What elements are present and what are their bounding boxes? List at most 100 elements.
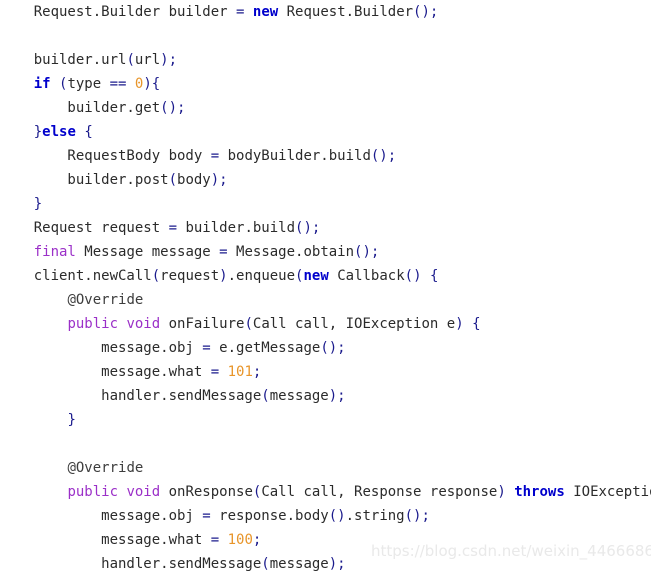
code-token-punct: (); xyxy=(413,4,439,20)
code-token-punct: } xyxy=(33,124,43,140)
code-line[interactable]: message.obj = e.getMessage(); xyxy=(0,336,651,360)
code-token-plain: .enqueue xyxy=(227,268,296,284)
code-token-punct: ( xyxy=(126,52,135,68)
code-token-punct: (); xyxy=(320,340,346,356)
code-line[interactable]: handler.sendMessage(message); xyxy=(0,552,651,574)
code-token-punct: ( xyxy=(151,268,161,284)
code-token-punct: ( xyxy=(244,316,253,332)
code-line[interactable]: message.what = 101; xyxy=(0,360,651,384)
code-token-plain: onResponse xyxy=(160,484,253,500)
code-token-punct: ) xyxy=(219,268,228,284)
code-token-punct: } xyxy=(67,412,76,428)
code-token-plain: body xyxy=(177,172,211,188)
code-line[interactable]: }else { xyxy=(0,120,651,144)
code-line[interactable]: public void onFailure(Call call, IOExcep… xyxy=(0,312,651,336)
code-line[interactable]: Request.Builder builder = new Request.Bu… xyxy=(0,0,651,24)
code-token-punct: ( xyxy=(261,556,270,572)
code-token-plain: client.newCall xyxy=(0,268,152,284)
code-token-plain: Request request xyxy=(0,220,169,236)
code-token-plain: type xyxy=(67,76,110,92)
code-token-plain: handler.sendMessage xyxy=(0,556,262,572)
code-token-plain: e.getMessage xyxy=(210,340,321,356)
code-token-punct: ( xyxy=(261,388,270,404)
code-token-kw: new xyxy=(303,268,329,284)
code-token-kw: new xyxy=(252,4,279,20)
code-line[interactable]: @Override xyxy=(0,288,651,312)
code-line[interactable]: RequestBody body = bodyBuilder.build(); xyxy=(0,144,651,168)
code-line[interactable] xyxy=(0,432,651,456)
code-token-op: = xyxy=(210,148,220,164)
code-token-punct: ) xyxy=(497,484,506,500)
code-token-punct: { xyxy=(472,316,481,332)
code-line[interactable]: client.newCall(request).enqueue(new Call… xyxy=(0,264,651,288)
code-token-punct: ; xyxy=(252,532,262,548)
java-code-block[interactable]: Request.Builder builder = new Request.Bu… xyxy=(0,0,651,574)
code-line[interactable]: builder.post(body); xyxy=(0,168,651,192)
code-token-plain: message.obj xyxy=(0,340,203,356)
code-line[interactable]: handler.sendMessage(message); xyxy=(0,384,651,408)
code-token-punct: (); xyxy=(295,220,321,236)
code-token-punct: ); xyxy=(160,52,178,68)
code-line[interactable]: if (type == 0){ xyxy=(0,72,651,96)
code-token-punct: (); xyxy=(160,100,186,116)
code-token-punct: ); xyxy=(210,172,228,188)
code-token-plain: message.what xyxy=(0,364,211,380)
code-line[interactable] xyxy=(0,24,651,48)
code-token-punct: ); xyxy=(328,388,346,404)
code-token-anno: @Override xyxy=(67,292,144,308)
code-token-plain: Message message xyxy=(75,244,220,260)
code-line[interactable]: final Message message = Message.obtain()… xyxy=(0,240,651,264)
code-line[interactable]: message.obj = response.body().string(); xyxy=(0,504,651,528)
code-token-plain: IOException xyxy=(573,484,651,500)
code-token-plain: message xyxy=(269,388,329,404)
code-token-op: = xyxy=(168,220,178,236)
code-token-op: = xyxy=(210,364,220,380)
code-token-punct: (); xyxy=(370,148,397,164)
code-token-punct: ); xyxy=(328,556,346,572)
code-line[interactable]: public void onResponse(Call call, Respon… xyxy=(0,480,651,504)
code-line[interactable]: builder.url(url); xyxy=(0,48,651,72)
code-line[interactable]: message.what = 100; xyxy=(0,528,651,552)
code-token-punct: (); xyxy=(404,508,430,524)
code-line[interactable]: } xyxy=(0,192,651,216)
code-token-punct: { xyxy=(84,124,93,140)
code-token-kw: else xyxy=(42,124,76,140)
code-token-plain: Callback xyxy=(328,268,405,284)
code-token-punct: } xyxy=(33,196,43,212)
code-token-op: = xyxy=(202,508,211,524)
code-token-plain: builder.url xyxy=(0,52,127,68)
code-token-punct: (); xyxy=(354,244,380,260)
code-token-plain: Call call, IOException e xyxy=(252,316,456,332)
code-token-plain: .string xyxy=(345,508,405,524)
code-token-plain: message xyxy=(269,556,329,572)
code-token-plain: message.what xyxy=(0,532,211,548)
code-line[interactable]: Request request = builder.build(); xyxy=(0,216,651,240)
code-line[interactable]: } xyxy=(0,408,651,432)
code-line[interactable]: builder.get(); xyxy=(0,96,651,120)
code-token-op: = xyxy=(219,244,228,260)
code-line[interactable]: @Override xyxy=(0,456,651,480)
code-token-plain: builder.build xyxy=(177,220,296,236)
code-token-mod: public void xyxy=(67,316,161,332)
code-token-punct: ( xyxy=(168,172,178,188)
code-token-punct: ; xyxy=(252,364,262,380)
code-token-plain: Request.Builder builder xyxy=(0,4,237,20)
code-token-mod: final xyxy=(33,244,76,260)
code-token-op: = xyxy=(210,532,220,548)
code-token-plain: RequestBody body xyxy=(0,148,211,164)
code-token-op: == xyxy=(109,76,127,92)
code-token-plain: handler.sendMessage xyxy=(0,388,262,404)
code-token-plain: request xyxy=(160,268,220,284)
